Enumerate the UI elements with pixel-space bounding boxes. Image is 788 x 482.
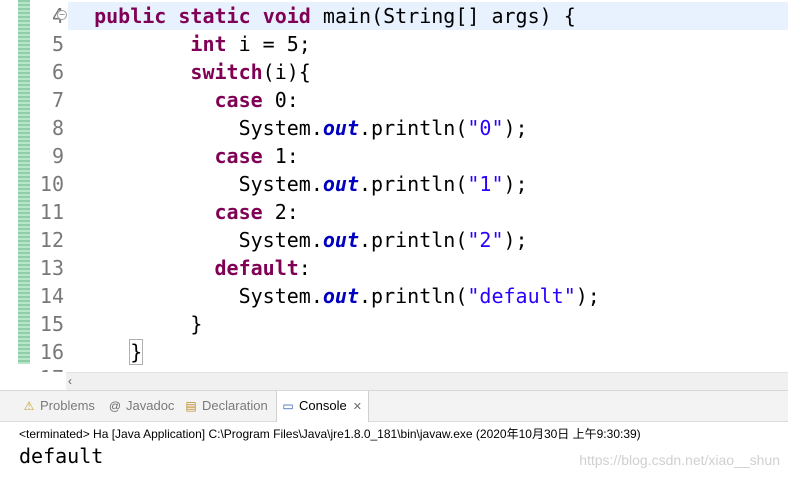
javadoc-icon: @	[108, 399, 122, 413]
line-number: 17	[28, 364, 64, 372]
code-token: 2:	[262, 200, 299, 224]
code-token: );	[575, 284, 600, 308]
editor-left-margin	[0, 0, 14, 372]
static-field: out	[322, 172, 359, 196]
matching-bracket: }	[129, 339, 144, 365]
code-token: );	[503, 228, 528, 252]
line-number: 15	[39, 312, 64, 336]
code-line[interactable]: public static void main(String[] args) {	[70, 2, 600, 30]
code-text[interactable]: public static void main(String[] args) {…	[70, 2, 600, 366]
code-line[interactable]: }	[70, 338, 600, 366]
view-tab-bar: ⚠ Problems @ Javadoc ▤ Declaration ▭ Console ✕	[0, 391, 788, 422]
code-line[interactable]: System.out.println("1");	[70, 170, 600, 198]
keyword: int	[190, 32, 227, 56]
keyword: case	[214, 200, 263, 224]
code-token: :	[298, 256, 311, 280]
string-literal: "default"	[467, 284, 576, 308]
code-token: System.	[70, 284, 323, 308]
close-icon[interactable]: ✕	[353, 401, 362, 413]
code-token: System.	[70, 116, 323, 140]
code-line[interactable]: default:	[70, 254, 600, 282]
views-panel: ⚠ Problems @ Javadoc ▤ Declaration ▭ Console ✕ <…	[0, 390, 788, 482]
string-literal: "2"	[467, 228, 504, 252]
line-number: 5	[51, 32, 64, 56]
code-line[interactable]: }	[70, 310, 600, 338]
code-token: );	[503, 116, 528, 140]
code-token: System.	[70, 172, 323, 196]
code-line[interactable]: System.out.println("0");	[70, 114, 600, 142]
keyword: void	[262, 4, 311, 28]
code-token: 1:	[262, 144, 299, 168]
line-number: 12	[39, 228, 64, 252]
line-number: 10	[39, 172, 64, 196]
tab-console[interactable]: ▭ Console ✕	[276, 391, 369, 422]
code-line[interactable]: case 0:	[70, 86, 600, 114]
scroll-left-icon[interactable]: ‹	[68, 373, 72, 389]
console-icon: ▭	[282, 399, 294, 413]
code-token: .println(	[359, 228, 468, 252]
console-status: <terminated> Ha [Java Application] C:\Pr…	[19, 427, 641, 441]
line-number: 6	[51, 60, 64, 84]
line-number: 16	[39, 340, 64, 364]
tab-problems[interactable]: ⚠ Problems	[18, 391, 95, 421]
line-number: 8	[51, 116, 64, 140]
watermark: https://blog.csdn.net/xiao__shun	[579, 452, 780, 468]
line-number: 7	[51, 88, 64, 112]
code-token: }	[70, 312, 203, 336]
code-token: .println(	[359, 116, 468, 140]
code-token: 0:	[262, 88, 299, 112]
code-token: main(String[] args) {	[310, 4, 576, 28]
tab-label: Console	[299, 398, 347, 413]
code-line[interactable]: System.out.println("2");	[70, 226, 600, 254]
collapse-icon[interactable]: −	[57, 10, 67, 20]
problems-icon: ⚠	[23, 399, 35, 413]
keyword: switch	[190, 60, 263, 84]
keyword: default	[214, 256, 299, 280]
keyword: public	[94, 4, 167, 28]
static-field: out	[322, 284, 359, 308]
code-token: System.	[70, 228, 323, 252]
string-literal: "1"	[467, 172, 504, 196]
tab-declaration[interactable]: ▤ Declaration	[180, 391, 268, 421]
console-output[interactable]: default	[19, 444, 103, 468]
code-line[interactable]: case 1:	[70, 142, 600, 170]
keyword: case	[214, 144, 263, 168]
horizontal-scrollbar[interactable]: ‹	[66, 372, 788, 391]
code-editor[interactable]: 45678910111213141516 − public static voi…	[0, 0, 788, 372]
line-number: 9	[51, 144, 64, 168]
static-field: out	[322, 116, 359, 140]
tab-javadoc[interactable]: @ Javadoc	[104, 391, 175, 421]
line-number: 14	[39, 284, 64, 308]
keyword: static	[178, 4, 251, 28]
code-token: i = 5;	[226, 32, 311, 56]
code-line[interactable]: int i = 5;	[70, 30, 600, 58]
line-number: 11	[39, 200, 64, 224]
code-line[interactable]: switch(i){	[70, 58, 600, 86]
code-token: );	[503, 172, 528, 196]
tab-label: Javadoc	[126, 398, 175, 413]
tab-label: Problems	[40, 398, 95, 413]
tab-label: Declaration	[202, 398, 268, 413]
code-line[interactable]: System.out.println("default");	[70, 282, 600, 310]
code-token: (i){	[262, 60, 311, 84]
declaration-icon: ▤	[185, 399, 197, 413]
code-line[interactable]: case 2:	[70, 198, 600, 226]
line-number-ruler: 45678910111213141516	[28, 2, 64, 366]
code-token: .println(	[359, 172, 468, 196]
keyword: case	[214, 88, 263, 112]
static-field: out	[322, 228, 359, 252]
code-token: .println(	[359, 284, 468, 308]
line-number: 13	[39, 256, 64, 280]
string-literal: "0"	[467, 116, 504, 140]
